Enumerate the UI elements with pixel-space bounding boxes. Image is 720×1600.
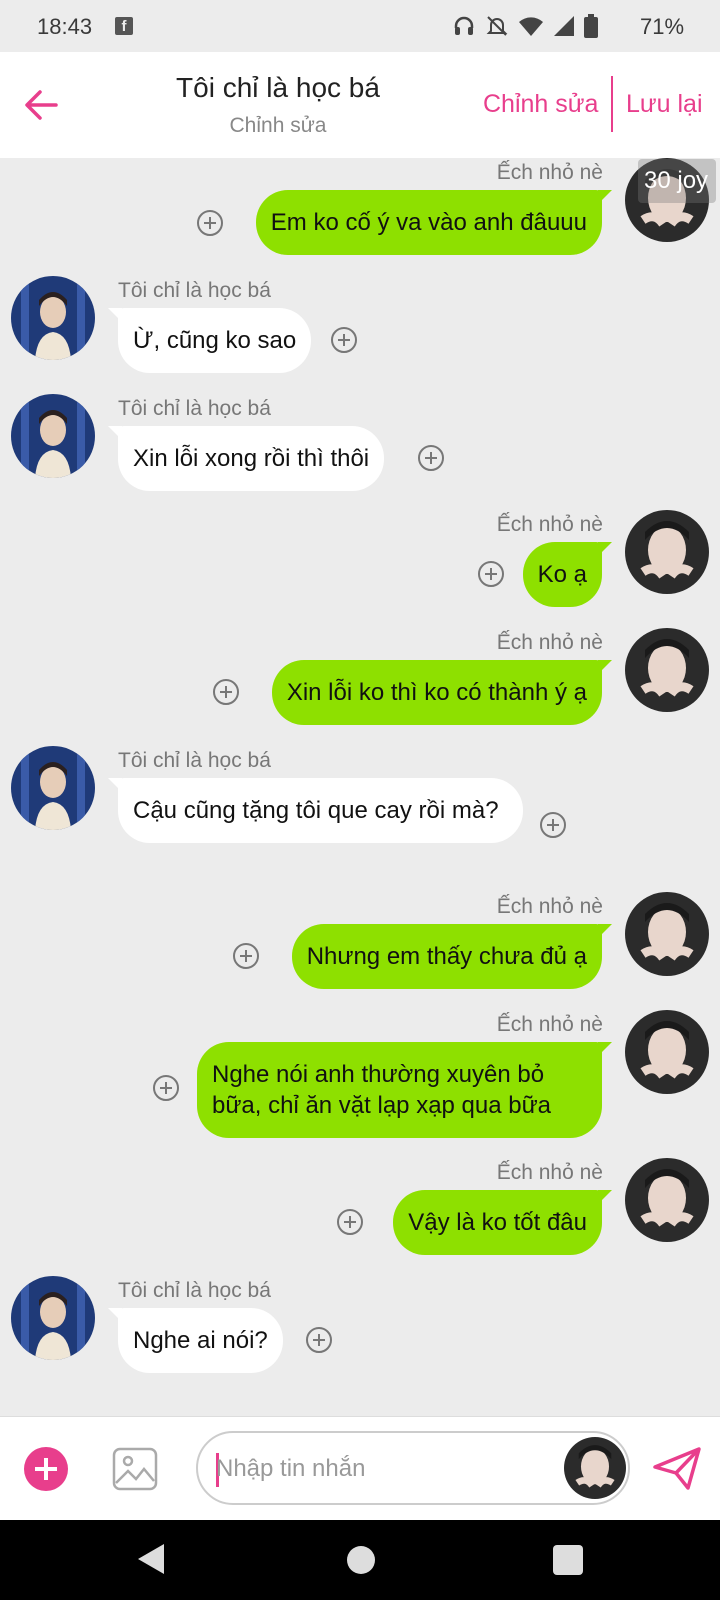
message-bubble[interactable]: Nhưng em thấy chưa đủ ạ: [291, 924, 613, 989]
message-bubble[interactable]: Em ko cố ý va vào anh đâuuu: [255, 190, 613, 255]
edit-button[interactable]: Chỉnh sửa: [483, 90, 598, 119]
avatar-me[interactable]: [625, 1010, 709, 1094]
sender-name: Ếch nhỏ nè: [496, 631, 603, 654]
facebook-notification-icon: f: [115, 17, 133, 35]
sender-name: Tôi chỉ là học bá: [118, 749, 271, 772]
add-reaction-icon[interactable]: [478, 561, 504, 587]
bell-muted-icon: [486, 16, 508, 36]
avatar-them[interactable]: [11, 746, 95, 830]
add-reaction-icon[interactable]: [331, 327, 357, 353]
system-nav-bar: [0, 1520, 720, 1600]
add-reaction-icon[interactable]: [418, 445, 444, 471]
chat-title: Tôi chỉ là học bá: [176, 72, 380, 103]
image-picker-icon[interactable]: [112, 1447, 158, 1491]
send-icon[interactable]: [652, 1445, 702, 1491]
sender-name: Tôi chỉ là học bá: [118, 397, 271, 420]
avatar-them[interactable]: [11, 394, 95, 478]
save-button[interactable]: Lưu lại: [626, 90, 703, 119]
nav-back-icon[interactable]: [136, 1542, 166, 1576]
status-bar: 18:43 f 71%: [0, 0, 720, 52]
nav-home-icon[interactable]: [347, 1546, 375, 1574]
message-bubble[interactable]: Xin lỗi ko thì ko có thành ý ạ: [271, 660, 613, 725]
battery-icon: [584, 14, 598, 38]
signal-icon: [554, 16, 574, 36]
add-reaction-icon[interactable]: [337, 1209, 363, 1235]
wifi-icon: [519, 17, 543, 36]
avatar-me[interactable]: [625, 1158, 709, 1242]
add-attachment-button[interactable]: [24, 1447, 68, 1491]
message-bubble[interactable]: Ừ, cũng ko sao: [107, 308, 312, 373]
back-arrow-icon[interactable]: [22, 86, 60, 124]
message-bubble[interactable]: Nghe nói anh thường xuyên bỏ bữa, chỉ ăn…: [197, 1042, 612, 1138]
message-bubble[interactable]: Cậu cũng tặng tôi que cay rồi mà?: [108, 778, 523, 843]
message-input[interactable]: [216, 1449, 546, 1489]
chat-header: Tôi chỉ là học bá Chỉnh sửa Chỉnh sửa Lư…: [0, 52, 720, 158]
header-divider: [611, 76, 613, 132]
sender-name: Tôi chỉ là học bá: [118, 1279, 271, 1302]
add-reaction-icon[interactable]: [233, 943, 259, 969]
avatar-them[interactable]: [11, 276, 95, 360]
sender-name: Ếch nhỏ nè: [496, 513, 603, 536]
sender-name: Tôi chỉ là học bá: [118, 279, 271, 302]
battery-percentage: 71%: [640, 14, 685, 39]
chat-subtitle: Chỉnh sửa: [229, 114, 327, 137]
message-bubble[interactable]: Ko ạ: [522, 542, 613, 607]
avatar-me[interactable]: [625, 510, 709, 594]
sender-name: Ếch nhỏ nè: [496, 161, 603, 184]
add-reaction-icon[interactable]: [197, 210, 223, 236]
add-reaction-icon[interactable]: [213, 679, 239, 705]
chat-area[interactable]: Ếch nhỏ nè Em ko cố ý va vào anh đâuuu 3…: [0, 158, 720, 1416]
status-time: 18:43: [37, 14, 93, 39]
avatar-them[interactable]: [11, 1276, 95, 1360]
add-reaction-icon[interactable]: [540, 812, 566, 838]
nav-recents-icon[interactable]: [553, 1545, 583, 1575]
avatar-me[interactable]: [625, 892, 709, 976]
headphones-icon: [454, 16, 474, 35]
message-bubble[interactable]: Nghe ai nói?: [108, 1308, 283, 1373]
avatar-me[interactable]: [625, 628, 709, 712]
message-bubble[interactable]: Xin lỗi xong rồi thì thôi: [107, 426, 385, 491]
message-input-bar: [0, 1416, 720, 1520]
sender-name: Ếch nhỏ nè: [496, 1013, 603, 1036]
joy-badge: 30 joy: [638, 159, 716, 203]
message-input-container[interactable]: [196, 1431, 630, 1505]
character-avatar-selector[interactable]: [564, 1437, 626, 1499]
add-reaction-icon[interactable]: [153, 1075, 179, 1101]
message-bubble[interactable]: Vậy là ko tốt đâu: [393, 1190, 612, 1255]
sender-name: Ếch nhỏ nè: [496, 1161, 603, 1184]
add-reaction-icon[interactable]: [306, 1327, 332, 1353]
sender-name: Ếch nhỏ nè: [496, 895, 603, 918]
